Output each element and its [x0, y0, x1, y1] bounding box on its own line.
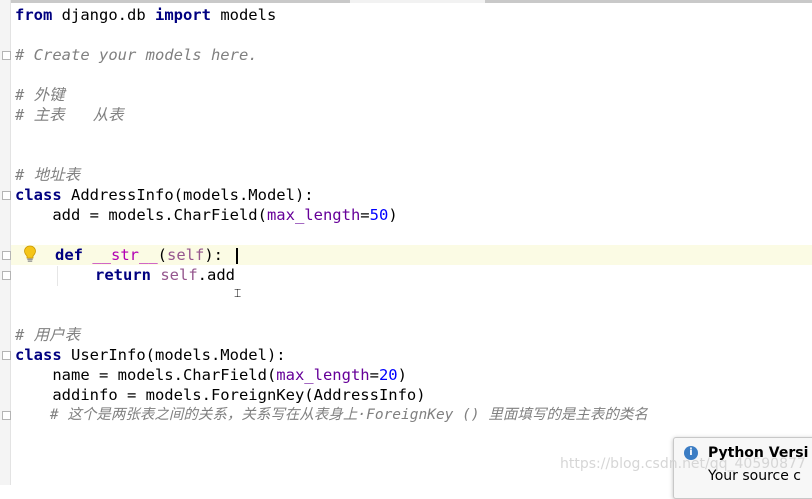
tab-strip-segment — [485, 0, 812, 3]
code-line[interactable]: return self.add — [95, 265, 235, 285]
watermark: https://blog.csdn.net/qq_40590877 — [560, 456, 806, 472]
editor-tab-strip — [0, 0, 812, 3]
text-caret — [236, 248, 238, 264]
fold-marker[interactable] — [2, 411, 11, 420]
code-line[interactable]: # 这个是两张表之间的关系，关系写在从表身上·ForeignKey () 里面填… — [15, 405, 648, 425]
code-line[interactable]: add = models.CharField(max_length=50) — [15, 205, 397, 225]
code-line[interactable]: class AddressInfo(models.Model): — [15, 185, 314, 205]
lightbulb-icon[interactable] — [22, 245, 38, 263]
code-line[interactable]: from django.db import models — [15, 5, 276, 25]
code-line[interactable]: # Create your models here. — [15, 45, 258, 65]
code-line[interactable]: # 用户表 — [15, 325, 80, 345]
fold-marker[interactable] — [2, 271, 11, 280]
indent-guide — [57, 266, 58, 286]
fold-marker[interactable] — [2, 51, 11, 60]
fold-marker[interactable] — [2, 351, 11, 360]
fold-marker[interactable] — [2, 191, 11, 200]
fold-marker[interactable] — [2, 251, 11, 260]
code-line[interactable]: class UserInfo(models.Model): — [15, 345, 286, 365]
code-line[interactable]: # 地址表 — [15, 165, 80, 185]
code-line[interactable]: addinfo = models.ForeignKey(AddressInfo) — [15, 385, 425, 405]
code-line[interactable]: # 主表 从表 — [15, 105, 124, 125]
code-line[interactable]: def __str__(self): — [55, 245, 223, 265]
tab-strip-segment — [0, 0, 350, 3]
code-line[interactable]: name = models.CharField(max_length=20) — [15, 365, 407, 385]
text-cursor-icon: ⌶ — [234, 286, 242, 300]
code-line[interactable]: # 外键 — [15, 85, 65, 105]
